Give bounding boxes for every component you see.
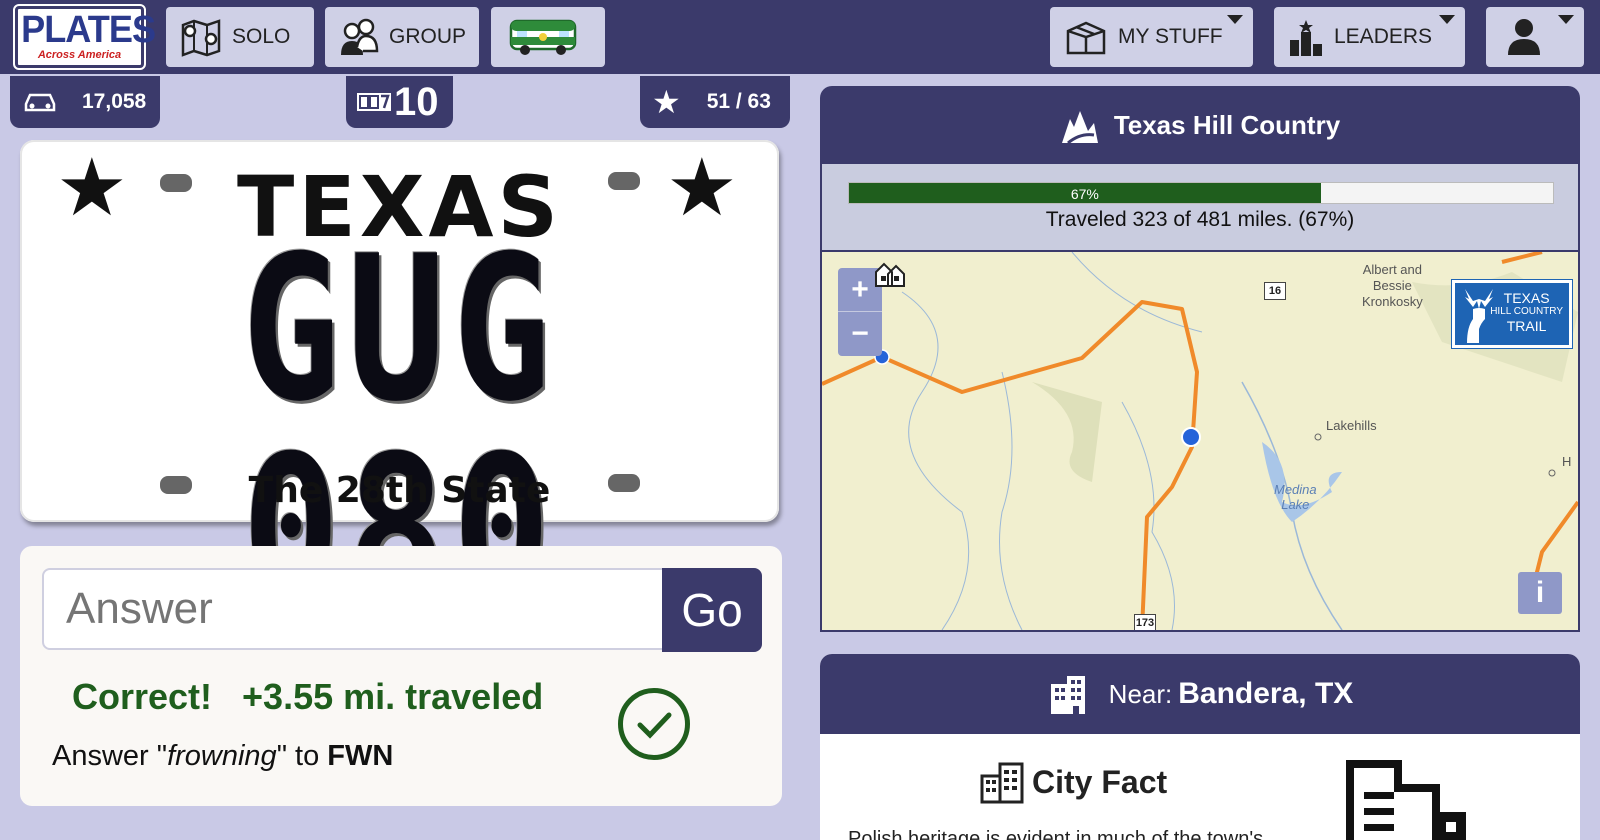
near-panel: Near: Bandera, TX City Fact Polish herit… — [820, 654, 1580, 840]
building-icon — [980, 762, 1024, 804]
city-fact-title: City Fact — [1032, 763, 1168, 800]
route-map[interactable]: Albert and Bessie Kronkosky Lakehills Me… — [822, 252, 1578, 630]
solo-button[interactable]: SOLO — [166, 7, 314, 67]
odometer-icon — [357, 93, 391, 111]
building-icon — [1050, 676, 1085, 714]
progress-fill: 67% — [849, 183, 1321, 203]
badge-line1: TEXAS — [1503, 290, 1550, 306]
hills-icon — [1061, 111, 1098, 145]
map-label-lake: Lake — [1281, 497, 1310, 512]
correct-label: Correct! — [72, 676, 213, 717]
car-icon — [24, 93, 56, 112]
counter-stat: 10 — [346, 76, 453, 128]
leaders-menu[interactable]: LEADERS — [1274, 7, 1465, 67]
check-circle-icon — [618, 688, 690, 760]
logo-title: PLATES — [21, 9, 156, 51]
city-fact-heading: City Fact — [980, 760, 1167, 804]
group-button[interactable]: GROUP — [325, 7, 479, 67]
leaders-label: LEADERS — [1334, 25, 1433, 48]
town-marker-icon[interactable] — [862, 256, 908, 290]
hint-mid: " to — [276, 740, 328, 772]
miles-value: 17,058 — [82, 90, 147, 113]
map-icon — [181, 19, 221, 57]
region-title: Texas Hill Country — [1113, 109, 1341, 140]
map-label-albert-line2: Bessie — [1372, 278, 1412, 293]
map-label-lakehills: Lakehills — [1326, 418, 1377, 433]
app-logo[interactable]: PLATES Across America — [13, 4, 156, 70]
progress-bar: 67% — [848, 182, 1554, 204]
near-prefix: Near: — [1108, 678, 1173, 709]
star-icon: ★ — [652, 84, 681, 120]
chevron-down-icon — [1439, 15, 1455, 24]
top-bar: PLATES Across America SOLO GROUP MY STUF… — [0, 0, 1600, 74]
map-label-albert-line1: Albert and — [1362, 262, 1422, 277]
badge-line3: TRAIL — [1506, 318, 1547, 334]
stars-stat: ★ 51 / 63 — [640, 76, 790, 128]
chevron-down-icon — [1558, 15, 1574, 24]
solo-label: SOLO — [232, 25, 291, 48]
group-icon — [341, 18, 379, 55]
result-message: Correct! +3.55 mi. traveled — [72, 676, 543, 718]
region-panel: Texas Hill Country 67% Traveled 323 of 4… — [820, 86, 1580, 632]
my-stuff-menu[interactable]: MY STUFF — [1050, 7, 1253, 67]
near-header: Near: Bandera, TX — [820, 654, 1580, 734]
plate-motto: The 28th State — [248, 470, 551, 511]
badge-line2: HILL COUNTRY — [1490, 306, 1563, 317]
map-label-albert-line3: Kronkosky — [1362, 294, 1423, 309]
route-shield-16: 16 — [1264, 282, 1286, 300]
my-stuff-label: MY STUFF — [1118, 25, 1223, 48]
city-illustration-icon — [1346, 760, 1466, 840]
user-icon — [1508, 19, 1540, 55]
city-fact-text: Polish heritage is evident in much of th… — [848, 828, 1264, 840]
hint-prefix: Answer " — [52, 740, 168, 772]
map-label-medina-lake: Medina Lake — [1274, 482, 1317, 512]
near-city: Bandera, TX — [1178, 677, 1354, 710]
box-icon — [1066, 21, 1106, 55]
map-info-button[interactable]: i — [1518, 572, 1562, 614]
user-menu[interactable] — [1486, 7, 1584, 67]
route-shield-173: 173 — [1134, 614, 1156, 630]
van-icon — [509, 19, 577, 55]
group-label: GROUP — [389, 25, 467, 48]
hill-country-trail-badge: TEXAS HILL COUNTRY TRAIL — [1451, 279, 1573, 349]
van-button[interactable] — [491, 7, 605, 67]
stars-value: 51 / 63 — [706, 90, 771, 113]
map-label-albert: Albert and Bessie Kronkosky — [1362, 262, 1423, 310]
leaders-icon — [1290, 20, 1322, 56]
progress-text: Traveled 323 of 481 miles. (67%) — [1045, 208, 1355, 231]
go-button[interactable]: Go — [662, 568, 762, 652]
license-plate: ★ ★ TEXAS GUG 080 The 28th State — [20, 140, 779, 630]
map-label-medina: Medina — [1274, 482, 1317, 497]
region-header: Texas Hill Country — [820, 86, 1580, 164]
traveled-label: +3.55 mi. traveled — [242, 676, 544, 717]
zoom-out-button[interactable]: − — [838, 312, 882, 356]
badge-text: TEXAS HILL COUNTRY TRAIL — [1490, 291, 1563, 333]
answer-hint: Answer "frowning" to FWN — [52, 740, 393, 773]
map-label-h: H — [1562, 454, 1572, 469]
counter-value: 10 — [394, 79, 439, 124]
miles-stat: 17,058 — [10, 76, 160, 128]
chevron-down-icon — [1227, 15, 1243, 24]
answer-panel: Go Correct! +3.55 mi. traveled Answer "fr… — [20, 546, 782, 806]
hint-code: FWN — [327, 740, 394, 772]
answer-input[interactable] — [42, 568, 664, 650]
hint-word: frowning — [167, 740, 277, 772]
progress-area: 67% Traveled 323 of 481 miles. (67%) — [822, 164, 1578, 250]
